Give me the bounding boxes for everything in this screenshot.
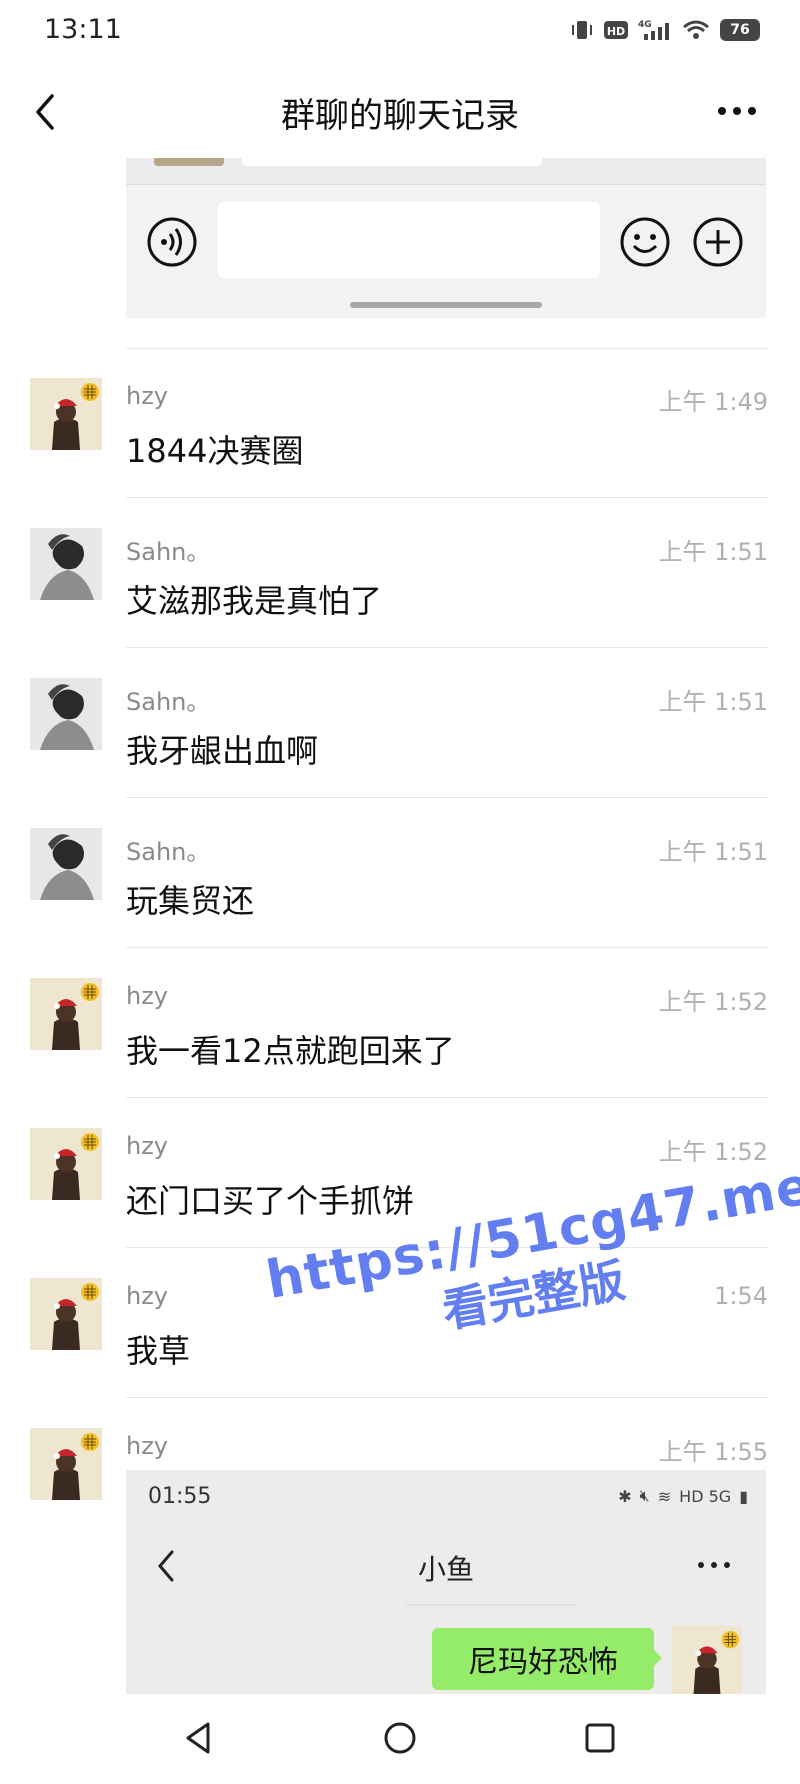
message-item: hzy 上午 1:49 1844决赛圈: [0, 348, 800, 498]
sender-name: hzy: [126, 1432, 169, 1460]
sender-name: Sahn。: [126, 688, 211, 716]
message-time: 上午 1:51: [658, 838, 768, 866]
message-time: 上午 1:51: [658, 688, 768, 716]
avatar[interactable]: [30, 1278, 102, 1350]
home-indicator: [350, 302, 542, 308]
screenshot-status-text: HD 5G: [679, 1486, 732, 1506]
chat-bubble: 尼玛好恐怖: [432, 1628, 654, 1690]
sender-name: hzy: [126, 982, 169, 1010]
message-text: 还门口买了个手抓饼: [126, 1182, 415, 1220]
avatar[interactable]: [30, 378, 102, 450]
avatar[interactable]: [30, 528, 102, 600]
system-nav-bar: [0, 1694, 800, 1784]
svg-text:HD: HD: [607, 25, 625, 38]
svg-text:4G: 4G: [638, 20, 652, 30]
message-text: 艾滋那我是真怕了: [126, 582, 383, 620]
message-item: Sahn。 上午 1:51 我牙龈出血啊: [0, 648, 800, 798]
sender-name: hzy: [126, 1132, 169, 1160]
more-icon: [698, 1562, 730, 1568]
avatar[interactable]: [30, 978, 102, 1050]
avatar[interactable]: [30, 1128, 102, 1200]
message-time: 上午 1:55: [658, 1438, 768, 1466]
avatar: [670, 1626, 744, 1694]
message-item: hzy 上午 1:52 我一看12点就跑回来了: [0, 948, 800, 1098]
more-icon[interactable]: [714, 96, 760, 126]
message-item: hzy 上午 1:55: [0, 1398, 800, 1470]
wifi-icon: ≋: [657, 1486, 672, 1506]
voice-icon[interactable]: [146, 216, 198, 268]
message-input[interactable]: [218, 202, 600, 278]
screenshot-status-icons: ✱ 🔇︎ ≋ HD 5G ▮: [618, 1486, 748, 1506]
bluetooth-icon: ✱: [618, 1486, 632, 1506]
avatar[interactable]: [30, 828, 102, 900]
message-time: 上午 1:49: [658, 388, 768, 416]
vibrate-icon: [572, 21, 592, 39]
recents-square-icon[interactable]: [578, 1716, 622, 1760]
sender-name: Sahn。: [126, 838, 211, 866]
plus-icon[interactable]: [692, 216, 744, 268]
screenshot-chat-title: 小鱼: [417, 1553, 474, 1586]
message-time: 上午 1:52: [658, 1138, 768, 1166]
avatar[interactable]: [30, 1428, 102, 1500]
sender-name: hzy: [126, 382, 169, 410]
mute-icon: 🔇︎: [639, 1486, 650, 1505]
home-circle-icon[interactable]: [378, 1716, 422, 1760]
message-time: 上午 1:51: [658, 538, 768, 566]
message-time: 上午 1:52: [658, 988, 768, 1016]
status-icons: HD 4G 76: [570, 18, 760, 42]
sender-name: hzy: [126, 1282, 169, 1310]
message-text: 1844决赛圈: [126, 432, 304, 470]
wifi-icon: [683, 20, 709, 39]
message-text: 玩集贸还: [126, 882, 255, 920]
page-title: 群聊的聊天记录: [281, 96, 519, 136]
battery-icon: 76: [720, 19, 760, 41]
avatar[interactable]: [30, 678, 102, 750]
emoji-icon[interactable]: [619, 216, 671, 268]
image-message[interactable]: 01:55 ✱ 🔇︎ ≋ HD 5G ▮ 小鱼 尼玛好恐怖: [126, 1470, 766, 1694]
back-triangle-icon[interactable]: [178, 1716, 222, 1760]
forwarded-chat-preview: [126, 158, 766, 318]
message-item: Sahn。 上午 1:51 艾滋那我是真怕了: [0, 498, 800, 648]
message-item: Sahn。 上午 1:51 玩集贸还: [0, 798, 800, 948]
message-text: 我牙龈出血啊: [126, 732, 319, 770]
cellular-signal-icon: 4G: [638, 20, 669, 40]
screenshot-time: 01:55: [148, 1484, 212, 1509]
status-time: 13:11: [44, 14, 122, 45]
sender-name: Sahn。: [126, 538, 211, 566]
message-text: 我草: [126, 1332, 191, 1370]
battery-icon: ▮: [739, 1486, 748, 1506]
hd-icon: HD: [604, 21, 628, 39]
message-text: 我一看12点就跑回来了: [126, 1032, 455, 1070]
